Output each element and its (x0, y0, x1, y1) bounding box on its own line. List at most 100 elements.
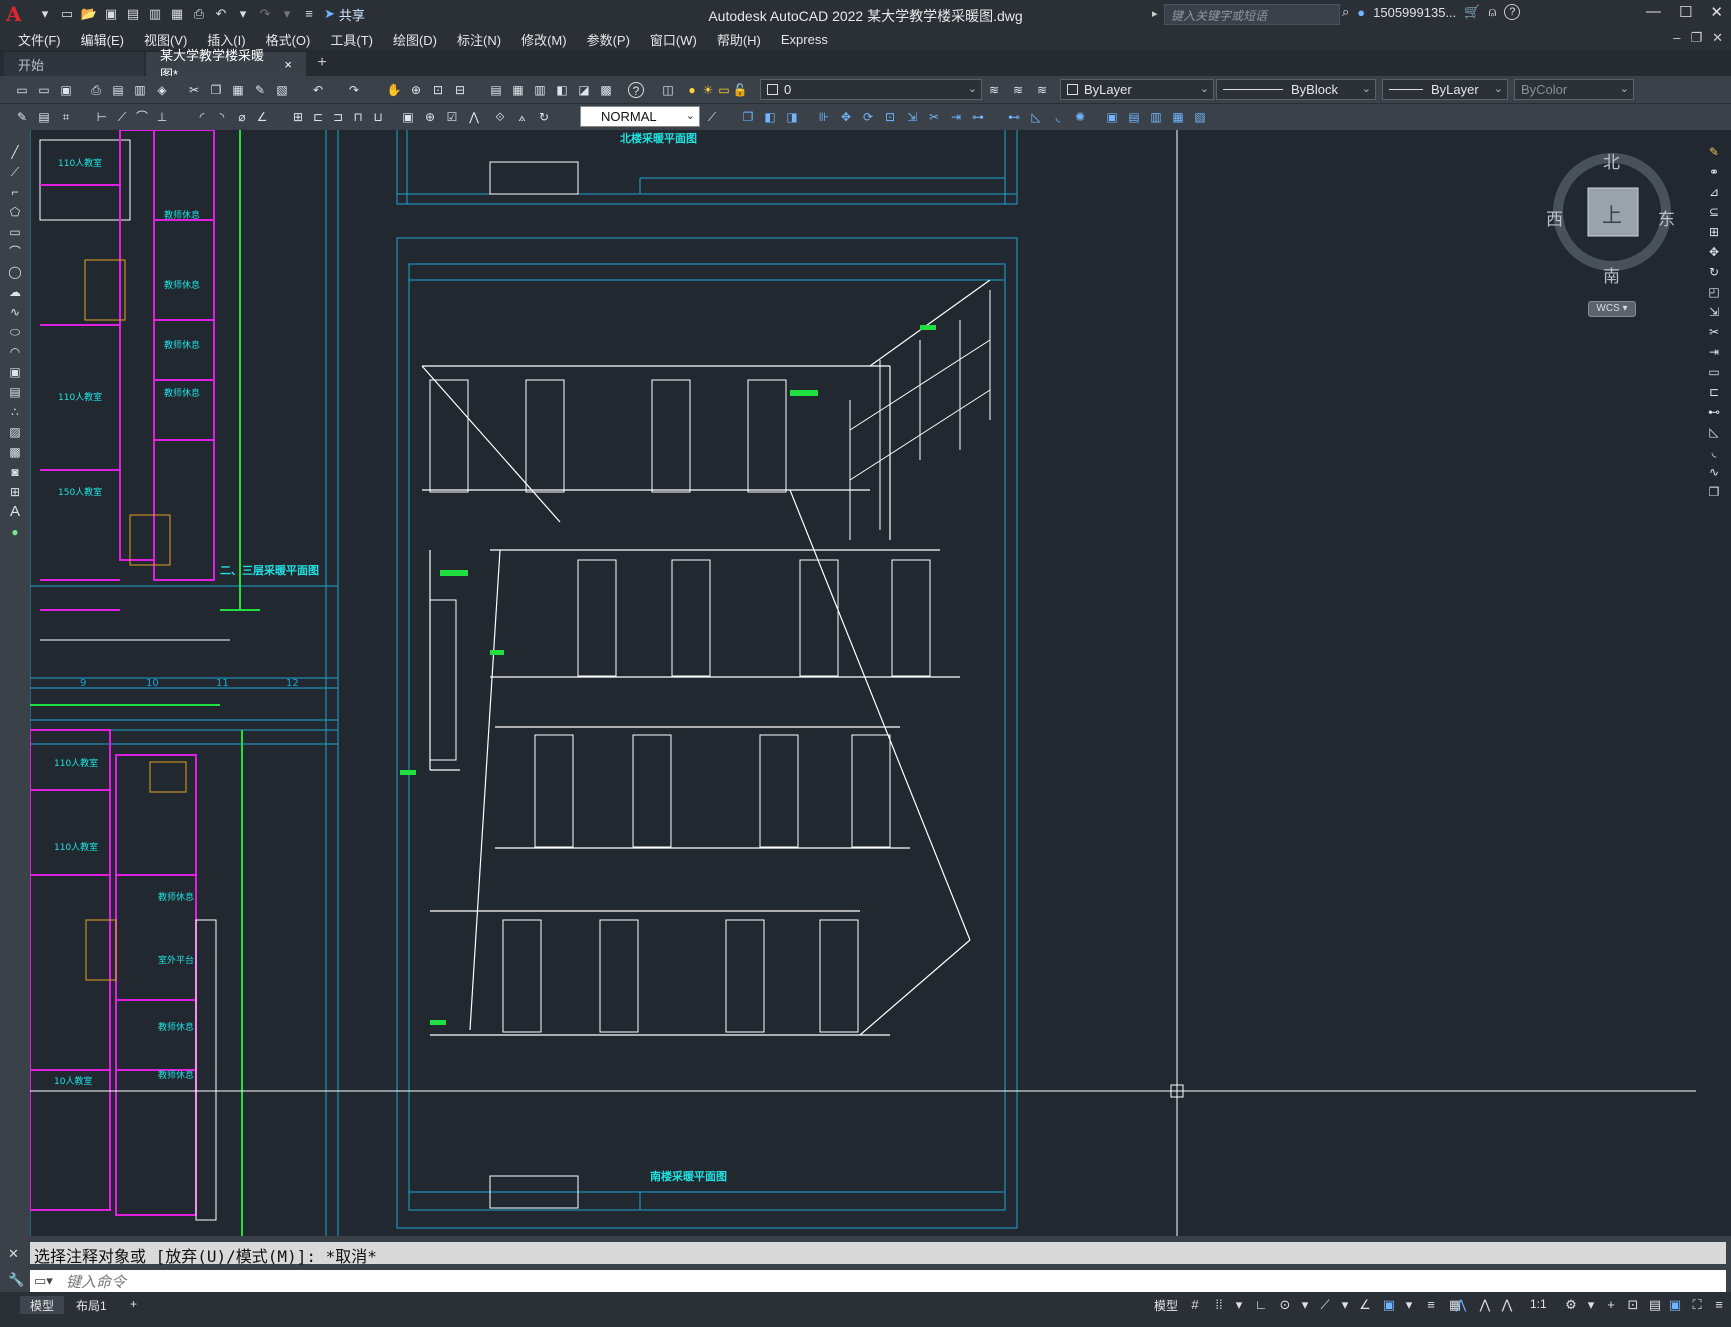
otrack-icon[interactable]: ∠ (1356, 1296, 1374, 1314)
qnew-icon[interactable]: ▭ (14, 82, 30, 98)
construction-line-icon[interactable]: ⟋ (7, 164, 23, 180)
viewcube-top-face[interactable]: 上 (1602, 199, 1622, 228)
offset-icon[interactable]: ◨ (784, 109, 800, 125)
dim-text-edit-icon[interactable]: ⟑ (514, 109, 530, 125)
jogged-dim-icon[interactable]: ◝ (214, 109, 230, 125)
menu-parametric[interactable]: 参数(P) (577, 30, 640, 49)
xref-icon[interactable]: ▦ (1170, 109, 1186, 125)
menu-draw[interactable]: 绘图(D) (383, 30, 447, 49)
lineweight-dropdown[interactable]: ByLayer ⌄ (1382, 79, 1508, 100)
quick-dim-icon[interactable]: ⊞ (290, 109, 306, 125)
menu-modify[interactable]: 修改(M) (511, 30, 577, 49)
user-avatar-icon[interactable]: ● (1357, 5, 1365, 20)
model-space-canvas[interactable]: 110人教室 110人教室 150人教室 教师休息 教师休息 教师休息 教师休息… (30, 130, 1696, 1236)
viewcube[interactable]: 北 南 东 西 上 WCS ▾ (1540, 148, 1690, 318)
layer-properties-icon[interactable]: ◫ (660, 82, 676, 98)
chamfer-icon[interactable]: ◺ (1028, 109, 1044, 125)
share-button[interactable]: ➤ 共享 (324, 5, 365, 24)
viewcube-west[interactable]: 西 (1546, 205, 1563, 230)
undo-icon[interactable]: ↶ (310, 82, 326, 98)
make-current-icon[interactable]: ≋ (986, 82, 1002, 98)
extend-icon[interactable]: ⇥ (1706, 344, 1722, 360)
trim-icon[interactable]: ✂ (926, 109, 942, 125)
undo-dropdown-icon[interactable]: ▾ (234, 6, 252, 22)
tab-close-icon[interactable]: × (284, 57, 292, 72)
wcs-button[interactable]: WCS ▾ (1588, 301, 1636, 317)
point-icon[interactable]: ∴ (7, 404, 23, 420)
polyline-icon[interactable]: ⌐ (7, 184, 23, 200)
explode-icon[interactable]: ✺ (1072, 109, 1088, 125)
snap-dropdown-icon[interactable]: ▾ (1230, 1296, 1248, 1314)
erase-icon[interactable]: ✎ (1706, 144, 1722, 160)
layer-dropdown[interactable]: 0 ⌄ (760, 79, 982, 100)
annotation-scale-value[interactable]: 1:1 (1520, 1296, 1557, 1314)
color-dropdown[interactable]: ByLayer ⌄ (1060, 79, 1214, 100)
annotation-monitor-icon[interactable]: + (1602, 1296, 1620, 1314)
menu-edit[interactable]: 编辑(E) (71, 30, 134, 49)
lineweight-icon[interactable]: ≡ (1422, 1296, 1440, 1314)
plot-icon[interactable]: ⎙ (190, 6, 208, 22)
command-prompt-icon[interactable]: ▭▾ (34, 1273, 53, 1289)
space-dim-icon[interactable]: ⊓ (350, 109, 366, 125)
help-icon[interactable]: ? (628, 82, 644, 98)
arc-icon[interactable]: ⌒ (7, 244, 23, 260)
search-icon[interactable]: ⌕ (1342, 4, 1349, 20)
pan-icon[interactable]: ✋ (386, 82, 402, 98)
copy-icon[interactable]: ❐ (740, 109, 756, 125)
open-file-icon[interactable]: 📂 (80, 6, 98, 22)
image-icon[interactable]: ▧ (1192, 109, 1208, 125)
paste-icon[interactable]: ▦ (230, 82, 246, 98)
redo-icon[interactable]: ↷ (346, 82, 362, 98)
new-file-icon[interactable]: ▭ (58, 6, 76, 22)
workspace-dropdown-icon[interactable]: ▾ (1582, 1296, 1600, 1314)
layout1-tab[interactable]: 布局1 (66, 1296, 117, 1314)
angular-dim-icon[interactable]: ∠ (254, 109, 270, 125)
move-icon[interactable]: ✥ (838, 109, 854, 125)
redo-dropdown-icon[interactable]: ▾ (278, 6, 296, 22)
close-command-icon[interactable]: ✕ (8, 1246, 19, 1262)
markup-icon[interactable]: ◪ (576, 82, 592, 98)
mirror-icon[interactable]: ◧ (762, 109, 778, 125)
tool-icon-2[interactable]: ▤ (36, 109, 52, 125)
properties-icon[interactable]: ▤ (488, 82, 504, 98)
osnap-dropdown-icon[interactable]: ▾ (1400, 1296, 1418, 1314)
layer-lock-icon[interactable]: 🔓 (732, 82, 748, 98)
array-icon[interactable]: ⊞ (1706, 224, 1722, 240)
maximize-icon[interactable]: ☐ (1679, 3, 1692, 21)
dim-update-icon[interactable]: ↻ (536, 109, 552, 125)
join-icon[interactable]: ⊷ (1006, 109, 1022, 125)
mtext-icon[interactable]: A (7, 504, 23, 520)
mirror-icon[interactable]: ⊿ (1706, 184, 1722, 200)
baseline-dim-icon[interactable]: ⊏ (310, 109, 326, 125)
polar-icon[interactable]: ⊙ (1276, 1296, 1294, 1314)
break-dim-icon[interactable]: ⊔ (370, 109, 386, 125)
rotate-icon[interactable]: ⟳ (860, 109, 876, 125)
save-as-icon[interactable]: ▤ (124, 6, 142, 22)
hatch-icon[interactable]: ▨ (7, 424, 23, 440)
layer-previous-icon[interactable]: ≋ (1010, 82, 1026, 98)
web-mobile-icon[interactable]: ▥ (146, 6, 164, 22)
zoom-realtime-icon[interactable]: ⊕ (408, 82, 424, 98)
add-selected-icon[interactable]: ● (7, 524, 23, 540)
auto-scale-icon[interactable]: ⋀ (1476, 1296, 1494, 1314)
revcloud-icon[interactable]: ☁ (7, 284, 23, 300)
break-at-point-icon[interactable]: ▭ (1706, 364, 1722, 380)
gradient-icon[interactable]: ▩ (7, 444, 23, 460)
aligned-dim-icon[interactable]: ⟋ (114, 109, 130, 125)
scale-icon[interactable]: ⊡ (882, 109, 898, 125)
continue-dim-icon[interactable]: ⊐ (330, 109, 346, 125)
zoom-window-icon[interactable]: ⊡ (430, 82, 446, 98)
inspect-icon[interactable]: ☑ (444, 109, 460, 125)
dimstyle-dropdown[interactable]: NORMAL ⌄ (580, 106, 700, 127)
save-to-web-icon[interactable]: ▦ (168, 6, 186, 22)
fillet-icon[interactable]: ◟ (1050, 109, 1066, 125)
user-name[interactable]: 1505999135... (1373, 5, 1456, 20)
center-mark-icon[interactable]: ⊕ (422, 109, 438, 125)
attribute-icon[interactable]: ▥ (1148, 109, 1164, 125)
offset-icon[interactable]: ⊆ (1706, 204, 1722, 220)
viewcube-east[interactable]: 东 (1658, 205, 1675, 230)
workspace-gear-icon[interactable]: ⚙ (1562, 1296, 1580, 1314)
join-icon[interactable]: ⊷ (1706, 404, 1722, 420)
arc-length-icon[interactable]: ⌒ (134, 109, 150, 125)
stretch-icon[interactable]: ⇲ (1706, 304, 1722, 320)
